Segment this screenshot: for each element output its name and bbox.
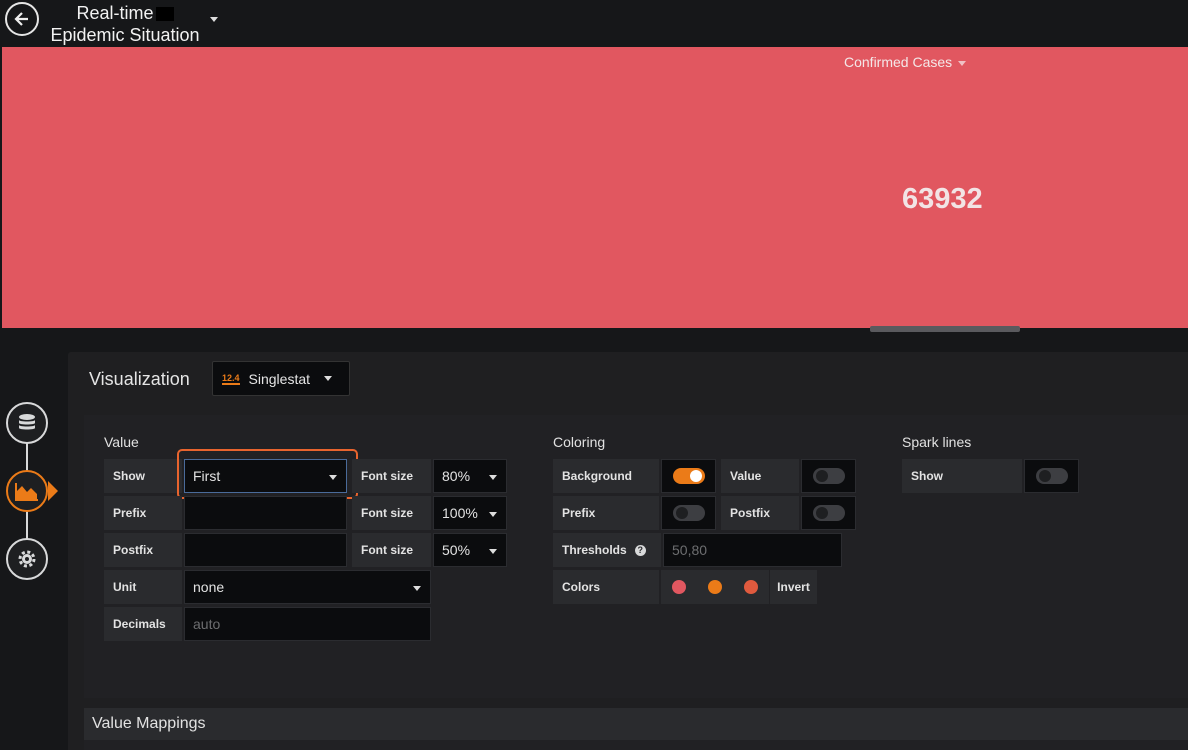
color-swatch-box-3 [733, 570, 769, 604]
font-size-label: Font size [352, 459, 431, 493]
prefix-font-size-label: Font size [352, 496, 431, 530]
color-swatch-1[interactable] [672, 580, 686, 594]
prefix-label: Prefix [104, 496, 182, 530]
chart-area-icon [15, 483, 38, 501]
chevron-down-icon [413, 586, 421, 591]
prefix-toggle-box [661, 496, 716, 530]
postfix-input[interactable] [184, 533, 347, 567]
postfix-toggle-box [801, 496, 856, 530]
panel-menu-caret-icon [958, 60, 967, 66]
panel-title-text: Confirmed Cases [844, 54, 953, 70]
visualization-tab-button[interactable] [6, 470, 48, 512]
thresholds-label: Thresholds? [553, 533, 661, 567]
font-size-select-value: 80% [442, 468, 471, 484]
chevron-down-icon [489, 475, 497, 480]
highlight-box [177, 449, 358, 499]
prefix-font-size-select[interactable]: 100% [433, 496, 507, 530]
postfix-font-size-label: Font size [352, 533, 431, 567]
dashboard-title[interactable]: Real-time Epidemic Situation [40, 2, 210, 46]
coloring-section-title: Coloring [553, 434, 606, 450]
color-prefix-label: Prefix [553, 496, 659, 530]
singlestat-icon: 12.4 [222, 372, 240, 385]
postfix-font-size-select-value: 50% [442, 542, 471, 558]
color-postfix-label: Postfix [721, 496, 799, 530]
panel-resize-handle[interactable] [870, 326, 1020, 332]
value-mappings-header[interactable]: Value Mappings [84, 708, 1188, 740]
help-icon[interactable]: ? [634, 544, 646, 556]
sparklines-show-label: Show [902, 459, 1022, 493]
chevron-down-icon [324, 376, 333, 381]
general-tab-button[interactable] [6, 538, 48, 580]
unit-select[interactable]: none [184, 570, 431, 604]
decimals-label: Decimals [104, 607, 182, 641]
dashboard-title-line1: Real-time [76, 3, 154, 23]
chevron-down-icon [489, 512, 497, 517]
decimals-input[interactable]: auto [184, 607, 431, 641]
panel-value: 63932 [902, 183, 983, 215]
sparklines-toggle-box [1024, 459, 1079, 493]
color-value-label: Value [721, 459, 799, 493]
color-swatch-2[interactable] [708, 580, 722, 594]
thresholds-input[interactable]: 50,80 [663, 533, 842, 567]
postfix-label: Postfix [104, 533, 182, 567]
unit-label: Unit [104, 570, 182, 604]
font-size-select[interactable]: 80% [433, 459, 507, 493]
unit-select-value: none [193, 579, 225, 595]
prefix-input[interactable] [184, 496, 347, 530]
background-toggle[interactable] [673, 468, 705, 484]
active-tab-indicator [48, 481, 58, 501]
gear-icon [18, 550, 36, 568]
queries-tab-button[interactable] [6, 402, 48, 444]
dashboard-title-line2: Epidemic Situation [50, 25, 200, 45]
value-toggle[interactable] [813, 468, 845, 484]
arrow-left-icon [14, 12, 28, 26]
panel-title[interactable]: Confirmed Cases [844, 54, 967, 70]
redacted-block [155, 7, 174, 22]
invert-colors-button[interactable]: Invert [770, 570, 817, 604]
thresholds-label-text: Thresholds [562, 543, 627, 557]
background-label: Background [553, 459, 659, 493]
background-toggle-box [661, 459, 716, 493]
back-button[interactable] [5, 2, 39, 36]
prefix-toggle[interactable] [673, 505, 705, 521]
color-swatch-box-2 [697, 570, 733, 604]
value-toggle-box [801, 459, 856, 493]
show-label: Show [104, 459, 182, 493]
sparklines-section-title: Spark lines [902, 434, 972, 450]
value-section-title: Value [104, 434, 139, 450]
postfix-toggle[interactable] [813, 505, 845, 521]
colors-label: Colors [553, 570, 659, 604]
sparklines-toggle[interactable] [1036, 468, 1068, 484]
dashboard-title-caret-icon[interactable] [210, 17, 218, 22]
value-mappings-body [84, 740, 1188, 750]
visualization-picker[interactable]: 12.4 Singlestat [212, 361, 350, 396]
database-icon [19, 414, 35, 430]
color-swatch-3[interactable] [744, 580, 758, 594]
postfix-font-size-select[interactable]: 50% [433, 533, 507, 567]
prefix-font-size-select-value: 100% [442, 505, 478, 521]
singlestat-panel: Confirmed Cases 63932 [2, 47, 1188, 328]
color-swatch-box-1 [661, 570, 697, 604]
chevron-down-icon [489, 549, 497, 554]
visualization-heading: Visualization [89, 369, 190, 389]
visualization-picker-label: Singlestat [248, 370, 311, 387]
